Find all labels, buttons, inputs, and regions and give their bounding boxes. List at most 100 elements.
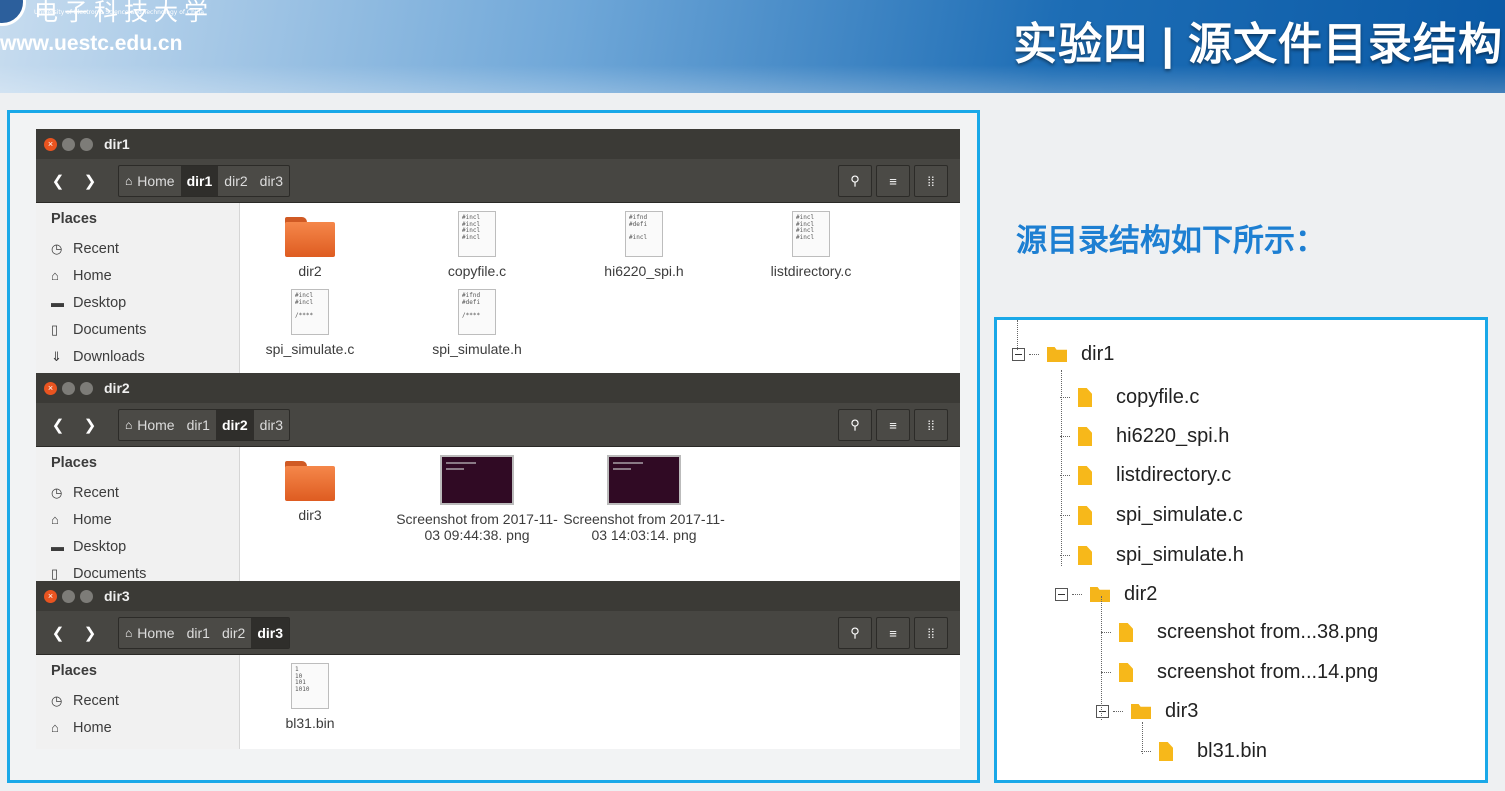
- tree-node-file[interactable]: screenshot from...14.png: [1101, 661, 1378, 684]
- tree-node-file[interactable]: spi_simulate.c: [1060, 504, 1243, 527]
- path-crumb-dir2[interactable]: dir2: [215, 409, 254, 440]
- recent-icon: ◷: [51, 240, 63, 256]
- tree-node-folder[interactable]: dir2: [1055, 583, 1157, 606]
- close-icon[interactable]: ×: [44, 381, 57, 395]
- sidebar-item-home[interactable]: ⌂ Home: [51, 262, 239, 289]
- tree-node-folder[interactable]: dir3: [1096, 700, 1198, 723]
- tree-node-file[interactable]: spi_simulate.h: [1060, 544, 1244, 567]
- folder-open-icon: [1090, 587, 1110, 602]
- sidebar-item-recent[interactable]: ◷ Recent: [51, 479, 239, 506]
- back-button[interactable]: ❮: [42, 618, 74, 648]
- file-item[interactable]: #ifnd #defi /**** spi_simulate.h: [393, 289, 561, 357]
- window-title: dir1: [104, 136, 130, 152]
- file-item[interactable]: #incl #incl #incl #incl listdirectory.c: [727, 211, 895, 279]
- back-button[interactable]: ❮: [42, 166, 74, 196]
- forward-button[interactable]: ❯: [74, 410, 106, 440]
- path-crumb-dir2[interactable]: dir2: [218, 166, 253, 196]
- sidebar-item-label: Desktop: [73, 538, 127, 555]
- back-button[interactable]: ❮: [42, 410, 74, 440]
- path-crumb-label: dir1: [186, 416, 210, 433]
- search-icon[interactable]: ⚲: [838, 409, 872, 441]
- file-item[interactable]: Screenshot from 2017-11-03 14:03:14. png: [560, 455, 728, 543]
- sidebar-item-downloads[interactable]: ⇓ Downloads: [51, 343, 239, 370]
- sidebar-item-label: Desktop: [73, 294, 127, 311]
- folder-icon: [285, 461, 335, 501]
- sidebar-item-home[interactable]: ⌂ Home: [51, 714, 239, 741]
- path-crumb-dir3[interactable]: dir3: [254, 166, 289, 196]
- sidebar-item-desktop[interactable]: ▬ Desktop: [51, 289, 239, 316]
- search-icon[interactable]: ⚲: [838, 165, 872, 197]
- image-thumbnail-icon: [607, 455, 681, 505]
- tree-connector: [1101, 632, 1111, 633]
- close-icon[interactable]: ×: [44, 137, 57, 151]
- grid-view-icon[interactable]: ⁞⁞: [914, 409, 948, 441]
- sidebar-item-documents[interactable]: ▯ Documents: [51, 560, 239, 583]
- collapse-toggle-icon[interactable]: [1055, 588, 1068, 601]
- grid-view-icon[interactable]: ⁞⁞: [914, 165, 948, 197]
- tree-node-file[interactable]: screenshot from...38.png: [1101, 621, 1378, 644]
- sidebar-item-label: Recent: [73, 692, 119, 709]
- maximize-icon[interactable]: [80, 589, 93, 603]
- maximize-icon[interactable]: [80, 137, 93, 151]
- tree-node-folder[interactable]: dir1: [1012, 343, 1114, 366]
- file-name: listdirectory.c: [770, 263, 852, 279]
- tree-node-file[interactable]: copyfile.c: [1060, 386, 1199, 409]
- sidebar-item-label: Downloads: [73, 348, 145, 365]
- sidebar-item-home[interactable]: ⌂ Home: [51, 506, 239, 533]
- window-titlebar: × dir3: [36, 581, 960, 611]
- window-title: dir2: [104, 380, 130, 396]
- tree-connector: [1072, 594, 1082, 595]
- file-item[interactable]: dir3: [226, 455, 394, 523]
- collapse-toggle-icon[interactable]: [1096, 705, 1109, 718]
- sidebar-item-documents[interactable]: ▯ Documents: [51, 316, 239, 343]
- minimize-icon[interactable]: [62, 589, 75, 603]
- forward-button[interactable]: ❯: [74, 618, 106, 648]
- path-crumb-label: Home: [137, 416, 175, 433]
- path-crumb-home[interactable]: ⌂ Home: [119, 618, 181, 648]
- file-item[interactable]: 1 10 101 1010 bl31.bin: [226, 663, 394, 731]
- tree-node-file[interactable]: bl31.bin: [1141, 740, 1267, 763]
- documents-icon: ▯: [51, 321, 59, 337]
- binary-file-icon: 1 10 101 1010: [291, 663, 329, 709]
- list-view-icon[interactable]: ≡: [876, 165, 910, 197]
- minimize-icon[interactable]: [62, 381, 75, 395]
- file-name: dir3: [298, 507, 322, 523]
- sidebar-item-label: Recent: [73, 240, 119, 257]
- file-item[interactable]: Screenshot from 2017-11-03 09:44:38. png: [393, 455, 561, 543]
- path-crumb-dir3[interactable]: dir3: [251, 617, 290, 648]
- maximize-icon[interactable]: [80, 381, 93, 395]
- path-crumb-home[interactable]: ⌂ Home: [119, 166, 181, 196]
- file-item[interactable]: dir2: [226, 211, 394, 279]
- path-crumb-dir1[interactable]: dir1: [181, 410, 216, 440]
- text-file-icon: #ifnd #defi #incl: [625, 211, 663, 257]
- path-crumb-dir3[interactable]: dir3: [254, 410, 289, 440]
- tree-guide-line: [1101, 596, 1102, 720]
- sidebar-item-recent[interactable]: ◷ Recent: [51, 235, 239, 262]
- file-window-dir2: × dir2 ❮ ❯ ⌂ Home dir1 dir2 dir3 ⚲ ≡ ⁞⁞ Places ◷ Recen…: [36, 373, 960, 583]
- path-crumb-home[interactable]: ⌂ Home: [119, 410, 181, 440]
- file-item[interactable]: #ifnd #defi #incl hi6220_spi.h: [560, 211, 728, 279]
- close-icon[interactable]: ×: [44, 589, 57, 603]
- tree-node-file[interactable]: hi6220_spi.h: [1060, 425, 1229, 448]
- text-file-icon: #ifnd #defi /****: [458, 289, 496, 335]
- file-item[interactable]: #incl #incl #incl #incl copyfile.c: [393, 211, 561, 279]
- tree-node-file[interactable]: listdirectory.c: [1060, 464, 1231, 487]
- list-view-icon[interactable]: ≡: [876, 617, 910, 649]
- toolbar-actions: ⚲ ≡ ⁞⁞: [838, 409, 948, 441]
- file-item[interactable]: #incl #incl /**** spi_simulate.c: [226, 289, 394, 357]
- minimize-icon[interactable]: [62, 137, 75, 151]
- collapse-toggle-icon[interactable]: [1012, 348, 1025, 361]
- list-view-icon[interactable]: ≡: [876, 409, 910, 441]
- grid-view-icon[interactable]: ⁞⁞: [914, 617, 948, 649]
- path-crumb-dir1[interactable]: dir1: [180, 165, 219, 196]
- sidebar-item-desktop[interactable]: ▬ Desktop: [51, 533, 239, 560]
- forward-button[interactable]: ❯: [74, 166, 106, 196]
- path-crumb-dir1[interactable]: dir1: [181, 618, 216, 648]
- places-sidebar: Places ◷ Recent ⌂ Home ▬ Desktop ▯ Documents ⇓ Dow…: [36, 203, 240, 374]
- file-grid: 1 10 101 1010 bl31.bin: [240, 655, 960, 749]
- path-crumb-dir2[interactable]: dir2: [216, 618, 251, 648]
- file-name: bl31.bin: [285, 715, 335, 731]
- places-sidebar: Places ◷ Recent ⌂ Home ▬ Desktop ▯ Documents: [36, 447, 240, 583]
- search-icon[interactable]: ⚲: [838, 617, 872, 649]
- sidebar-item-recent[interactable]: ◷ Recent: [51, 687, 239, 714]
